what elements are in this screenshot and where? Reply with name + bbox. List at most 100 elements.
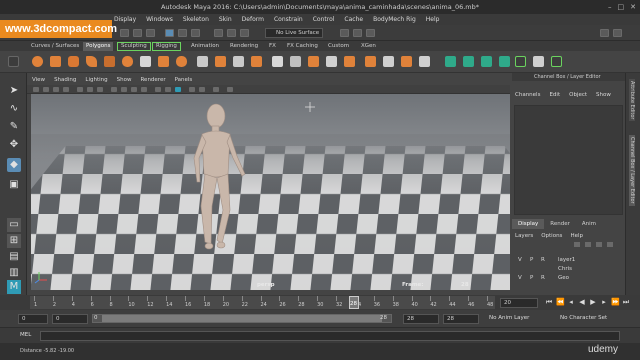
custom-script-icon[interactable]: [515, 56, 526, 67]
menu-display[interactable]: Display: [114, 16, 136, 23]
live-surface-field[interactable]: No Live Surface: [265, 28, 323, 38]
hud-icon[interactable]: [213, 87, 219, 92]
sidebar-toggle-icon[interactable]: [600, 29, 609, 37]
cylindrical-map-icon[interactable]: [499, 56, 510, 67]
anim-layer-dropdown[interactable]: No Anim Layer: [489, 315, 529, 321]
film-gate-icon[interactable]: [87, 87, 93, 92]
merge-icon[interactable]: [365, 56, 376, 67]
bevel-icon[interactable]: [344, 56, 355, 67]
bookmark-icon[interactable]: [53, 87, 59, 92]
playback-end-field[interactable]: 28: [403, 314, 439, 324]
menu-cache[interactable]: Cache: [344, 16, 363, 23]
mirror-icon[interactable]: [272, 56, 283, 67]
maximize-icon[interactable]: □: [618, 3, 625, 11]
tab-channel-box-layer-editor[interactable]: Channel Box / Layer Editor: [629, 135, 635, 206]
move-tool-icon[interactable]: ✥: [7, 138, 21, 152]
xray-joints-icon[interactable]: [199, 87, 205, 92]
new-scene-icon[interactable]: [120, 29, 129, 37]
minimize-icon[interactable]: –: [608, 3, 612, 11]
smooth-icon[interactable]: [233, 56, 244, 67]
panel-menu-panels[interactable]: Panels: [175, 77, 193, 83]
menu-bodymech-rig[interactable]: BodyMech Rig: [373, 16, 416, 23]
panel-menu-renderer[interactable]: Renderer: [140, 77, 165, 83]
command-input[interactable]: [40, 331, 620, 341]
ipr-render-icon[interactable]: [353, 29, 362, 37]
camera-select-icon[interactable]: [33, 87, 39, 92]
menu-windows[interactable]: Windows: [146, 16, 173, 23]
select-component-icon[interactable]: [191, 29, 200, 37]
poly-pipe-icon[interactable]: [176, 56, 187, 67]
ambient-occlusion-icon[interactable]: [165, 87, 171, 92]
close-icon[interactable]: ✕: [630, 3, 636, 11]
smooth-shade-icon[interactable]: [121, 87, 127, 92]
current-frame-field[interactable]: 20: [500, 298, 538, 308]
layer-menu-layers[interactable]: Layers: [515, 233, 533, 239]
poly-torus-icon[interactable]: [122, 56, 133, 67]
single-view-icon[interactable]: ▭: [7, 218, 21, 232]
target-weld-icon[interactable]: [383, 56, 394, 67]
tab-fx[interactable]: FX: [266, 42, 279, 51]
grid-toggle-icon[interactable]: [77, 87, 83, 92]
shelf-settings-icon[interactable]: [8, 56, 19, 67]
render-icon[interactable]: [340, 29, 349, 37]
layer-row[interactable]: Chris: [514, 265, 623, 273]
auto-map-icon[interactable]: [481, 56, 492, 67]
tab-attribute-editor[interactable]: Attribute Editor: [629, 79, 635, 122]
play-backward-icon[interactable]: ◀: [578, 298, 586, 306]
tab-rendering[interactable]: Rendering: [227, 42, 261, 51]
select-tool-icon[interactable]: ➤: [7, 84, 21, 98]
separate-icon[interactable]: [215, 56, 226, 67]
new-layer-selected-icon[interactable]: [607, 242, 613, 247]
tab-rigging[interactable]: Rigging: [152, 42, 181, 51]
select-object-icon[interactable]: [178, 29, 187, 37]
tab-fx-caching[interactable]: FX Caching: [284, 42, 321, 51]
poly-sphere-icon[interactable]: [32, 56, 43, 67]
wireframe-icon[interactable]: [111, 87, 117, 92]
scale-tool-icon[interactable]: ▣: [7, 178, 21, 192]
checker-icon[interactable]: [533, 56, 544, 67]
rotate-tool-icon[interactable]: ◆: [7, 158, 21, 172]
snap-curve-icon[interactable]: [227, 29, 236, 37]
camera-attributes-icon[interactable]: [43, 87, 49, 92]
time-ruler[interactable]: 1246810121416182022242628303234363840424…: [30, 296, 495, 309]
step-forward-key-icon[interactable]: ⏩: [611, 298, 620, 306]
layer-row[interactable]: V P R Geo: [514, 274, 623, 282]
lights-icon[interactable]: [141, 87, 147, 92]
poly-disk-icon[interactable]: [140, 56, 151, 67]
tab-sculpting[interactable]: Sculpting: [117, 42, 151, 51]
poly-cone-icon[interactable]: [86, 56, 97, 67]
poly-cube-icon[interactable]: [50, 56, 61, 67]
snap-point-icon[interactable]: [240, 29, 249, 37]
layer-visibility-toggle[interactable]: V: [518, 274, 522, 282]
xray-icon[interactable]: [189, 87, 195, 92]
poly-cylinder-icon[interactable]: [68, 56, 79, 67]
layout-icon[interactable]: ▤: [7, 250, 21, 264]
layer-reference-toggle[interactable]: R: [541, 256, 545, 264]
cb-menu-edit[interactable]: Edit: [549, 92, 560, 98]
playback-start-field[interactable]: 0: [52, 314, 88, 324]
layer-menu-options[interactable]: Options: [541, 233, 562, 239]
step-back-key-icon[interactable]: ⏪: [556, 298, 565, 306]
character-set-dropdown[interactable]: No Character Set: [560, 315, 607, 321]
panel-menu-lighting[interactable]: Lighting: [85, 77, 107, 83]
poly-type-icon[interactable]: [158, 56, 169, 67]
layer-menu-help[interactable]: Help: [570, 233, 583, 239]
go-to-start-icon[interactable]: ⏮: [545, 298, 553, 306]
multi-cut-icon[interactable]: [290, 56, 301, 67]
range-slider-handle[interactable]: [102, 315, 382, 322]
poly-plane-icon[interactable]: [104, 56, 115, 67]
panel-toggle-icon[interactable]: [613, 29, 622, 37]
move-layer-down-icon[interactable]: [585, 242, 591, 247]
time-slider[interactable]: 1246810121416182022242628303234363840424…: [0, 295, 640, 310]
cb-menu-object[interactable]: Object: [569, 92, 587, 98]
cb-menu-channels[interactable]: Channels: [515, 92, 540, 98]
panel-menu-view[interactable]: View: [32, 77, 45, 83]
new-empty-layer-icon[interactable]: [596, 242, 602, 247]
combine-icon[interactable]: [197, 56, 208, 67]
save-scene-icon[interactable]: [146, 29, 155, 37]
menu-help[interactable]: Help: [426, 16, 440, 23]
menu-control[interactable]: Control: [313, 16, 335, 23]
mel-label[interactable]: MEL: [20, 332, 31, 338]
cb-menu-show[interactable]: Show: [596, 92, 611, 98]
select-hierarchy-icon[interactable]: [165, 29, 174, 37]
